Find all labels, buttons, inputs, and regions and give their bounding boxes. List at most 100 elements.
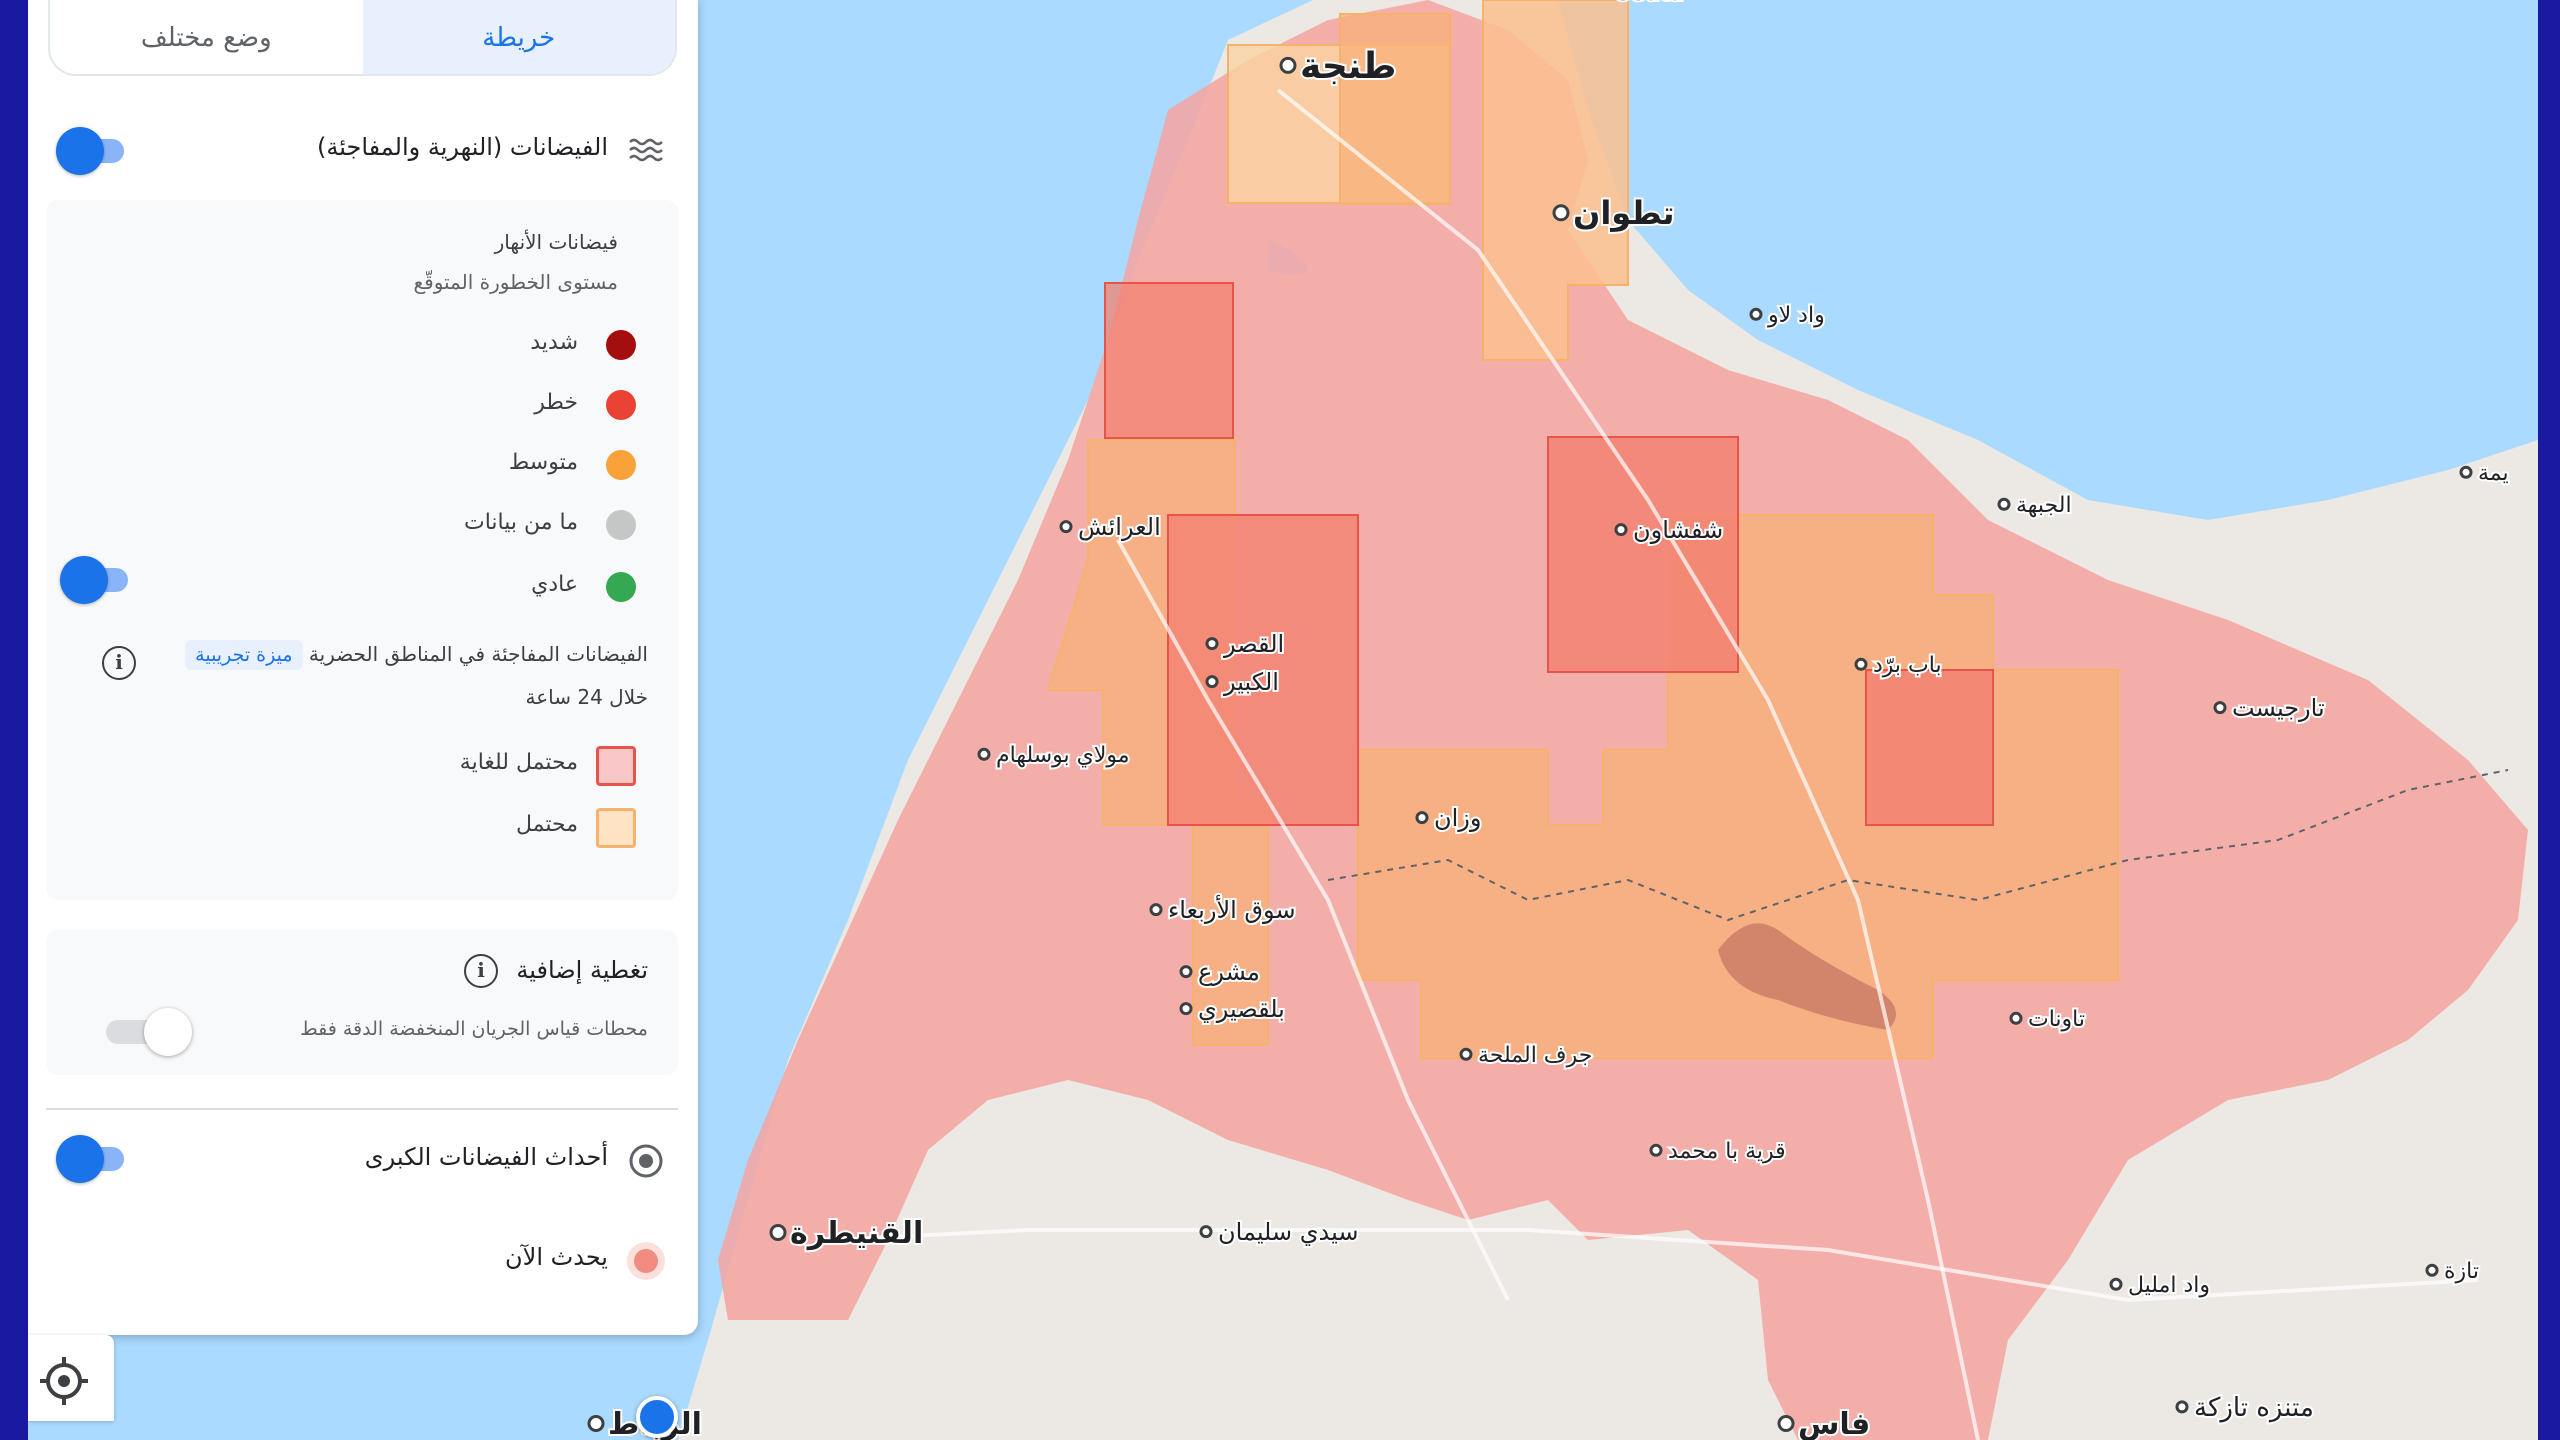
city-name: وزان xyxy=(1434,804,1481,832)
city-name: باب برّد xyxy=(1873,653,1942,678)
city-marker xyxy=(1854,657,1868,671)
city-marker xyxy=(1997,497,2011,511)
city-label: تارجيست xyxy=(2213,692,2327,724)
extra-coverage-toggle[interactable] xyxy=(76,1008,192,1056)
city-name: تازة xyxy=(2444,1259,2479,1284)
city-marker xyxy=(2425,1263,2439,1277)
city-label: متنزه تازكة xyxy=(2175,1391,2316,1425)
severity-row: عادي xyxy=(46,562,678,612)
info-icon[interactable]: i xyxy=(102,646,136,680)
severity-dot-danger xyxy=(606,390,636,420)
city-name: طنجة xyxy=(1300,46,1396,87)
city-name: سيدي سليمان xyxy=(1218,1218,1358,1246)
my-location-button[interactable] xyxy=(28,1335,114,1421)
city-marker xyxy=(2009,1011,2023,1025)
city-name: القصر xyxy=(1223,630,1284,658)
extra-coverage-box: تغطية إضافية i محطات قياس الجريان المنخف… xyxy=(46,930,678,1075)
now-label: يحدث الآن xyxy=(505,1243,608,1271)
flash-label: محتمل للغاية xyxy=(459,750,578,775)
flood-square-high xyxy=(1547,436,1739,673)
city-marker xyxy=(1279,56,1297,74)
flash-period: خلال 24 ساعة xyxy=(525,685,648,709)
city-marker xyxy=(1199,1225,1213,1239)
flood-legend: فيضانات الأنهار مستوى الخطورة المتوقّع ش… xyxy=(46,200,678,900)
view-switcher: خريطة وضع مختلف xyxy=(48,0,677,76)
city-marker xyxy=(1205,637,1219,651)
toggle-knob xyxy=(144,1008,192,1056)
city-marker xyxy=(1149,903,1163,917)
city-marker xyxy=(2175,1400,2189,1414)
flash-swatch-likely xyxy=(596,808,636,848)
city-name: فاس xyxy=(1798,1407,1870,1440)
severity-dot-normal xyxy=(606,572,636,602)
flood-layer-row[interactable]: الفيضانات (النهرية والمفاجئة) xyxy=(28,115,698,185)
city-name: تارجيست xyxy=(2232,694,2325,722)
city-marker xyxy=(1179,1002,1193,1016)
city-label: تطوان xyxy=(1552,192,1677,234)
city-marker xyxy=(1749,307,1763,321)
toggle-knob xyxy=(60,556,108,604)
river-heading: فيضانات الأنهار xyxy=(494,230,618,254)
city-label: سيدي سليمان xyxy=(1199,1216,1360,1248)
layers-panel: خريطة وضع مختلف الفيضانات (النهرية والمف… xyxy=(28,0,698,1335)
city-marker xyxy=(769,1224,787,1241)
major-events-row[interactable]: أحداث الفيضانات الكبرى xyxy=(28,1125,698,1195)
flood-layer-title: الفيضانات (النهرية والمفاجئة) xyxy=(317,133,608,161)
severity-label: عادي xyxy=(531,572,578,597)
severity-label: خطر xyxy=(534,390,578,415)
happening-now-icon xyxy=(626,1241,666,1281)
city-name: مولاي بوسلهام xyxy=(996,743,1130,768)
flash-level-row: محتمل xyxy=(46,802,678,852)
river-floods-toggle[interactable] xyxy=(60,556,128,604)
severity-heading: مستوى الخطورة المتوقّع xyxy=(413,270,618,294)
city-name: القنيطرة xyxy=(790,1216,923,1251)
flash-level-row: محتمل للغاية xyxy=(46,740,678,790)
current-location-dot xyxy=(636,1396,678,1438)
tab-map[interactable]: خريطة xyxy=(362,0,675,74)
city-marker xyxy=(1459,1047,1473,1061)
flood-square-light xyxy=(1339,13,1451,205)
city-name: تطوان xyxy=(1573,194,1675,232)
city-marker xyxy=(1059,520,1073,534)
city-label: مولاي بوسلهام xyxy=(977,741,1132,770)
city-name: الجبهة xyxy=(2016,493,2072,518)
waves-icon xyxy=(626,131,666,171)
city-marker xyxy=(1415,811,1429,825)
severity-dot-severe xyxy=(606,330,636,360)
severity-label: ما من بيانات xyxy=(463,510,578,535)
city-name: جرف الملحة xyxy=(1478,1043,1592,1068)
flood-square-high xyxy=(1104,282,1234,439)
experimental-badge: ميزة تجريبية xyxy=(185,640,303,670)
severity-label: متوسط xyxy=(508,450,578,475)
toggle-knob xyxy=(56,127,104,175)
divider xyxy=(46,1108,678,1110)
city-name: يمة xyxy=(2478,461,2509,486)
city-name: متنزه تازكة xyxy=(2194,1393,2314,1423)
city-label: القنيطرة xyxy=(769,1214,925,1253)
app-screen: طنجة تطوان واد لاو العرائش شفشاون الجبهة القصر… xyxy=(28,0,2538,1440)
city-label: جرف الملحة xyxy=(1459,1041,1594,1070)
city-name: الكبير xyxy=(1223,668,1279,696)
city-name: واد امليل xyxy=(2128,1273,2210,1298)
info-icon[interactable]: i xyxy=(464,954,498,988)
severity-dot-nodata xyxy=(606,510,636,540)
flood-layer-toggle[interactable] xyxy=(56,127,124,175)
crosshair-icon xyxy=(40,1357,88,1405)
major-events-title: أحداث الفيضانات الكبرى xyxy=(364,1143,608,1171)
city-marker xyxy=(1179,965,1193,979)
city-marker xyxy=(2109,1277,2123,1291)
extra-coverage-subtitle: محطات قياس الجريان المنخفضة الدقة فقط xyxy=(300,1018,648,1040)
toggle-knob xyxy=(56,1135,104,1183)
flash-heading: الفيضانات المفاجئة في المناطق الحضرية xyxy=(308,642,648,666)
city-label: سوق الأربعاء xyxy=(1149,893,1298,926)
city-marker xyxy=(1649,1143,1663,1157)
city-name: العرائش xyxy=(1078,513,1161,541)
major-events-toggle[interactable] xyxy=(56,1135,124,1183)
city-name: قرية با محمد xyxy=(1668,1139,1786,1164)
tab-other[interactable]: وضع مختلف xyxy=(50,0,363,74)
severity-label: شديد xyxy=(530,330,578,355)
extra-coverage-title: تغطية إضافية xyxy=(516,956,648,984)
now-row: يحدث الآن xyxy=(28,1225,698,1295)
flash-label: محتمل xyxy=(515,812,578,837)
city-marker xyxy=(587,1415,605,1432)
